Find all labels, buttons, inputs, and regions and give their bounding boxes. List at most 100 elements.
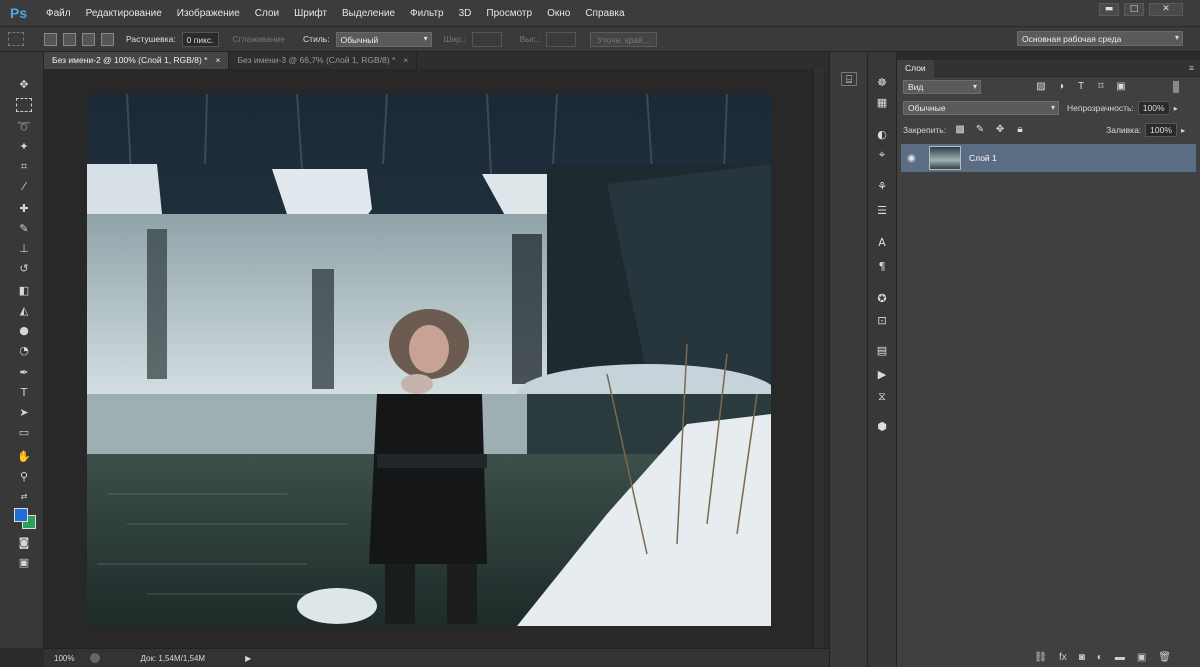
properties-panel-icon[interactable]: ✪ xyxy=(874,292,890,306)
menu-edit[interactable]: Редактирование xyxy=(86,8,162,19)
add-selection-icon[interactable] xyxy=(63,32,76,46)
paragraph-panel-icon[interactable]: ¶ xyxy=(874,260,890,274)
layer-name[interactable]: Слой 1 xyxy=(969,153,997,163)
swatches-panel-icon[interactable]: ▦ xyxy=(874,96,890,110)
subtract-selection-icon[interactable] xyxy=(82,32,95,46)
move-tool-icon[interactable]: ✥ xyxy=(16,78,32,92)
lock-all-icon[interactable]: 🔒︎ xyxy=(1014,124,1026,136)
3d-panel-icon[interactable]: ⊡ xyxy=(874,314,890,328)
height-input[interactable] xyxy=(546,31,577,47)
marquee-tool-icon[interactable] xyxy=(16,98,32,112)
menu-type[interactable]: Шрифт xyxy=(294,8,327,19)
menu-image[interactable]: Изображение xyxy=(177,8,240,19)
history-panel-icon[interactable]: ⌸ xyxy=(841,72,857,86)
new-selection-icon[interactable] xyxy=(44,32,57,46)
crop-tool-icon[interactable]: ⌗ xyxy=(16,160,32,174)
menu-view[interactable]: Просмотр xyxy=(486,8,532,19)
swap-colors-icon[interactable]: ⇄ xyxy=(16,490,32,504)
lock-pixels-icon[interactable]: ✎ xyxy=(974,124,986,136)
link-layers-icon[interactable]: ⛓ xyxy=(1034,652,1047,663)
lasso-tool-icon[interactable]: ➰ xyxy=(16,120,32,134)
filter-toggle[interactable] xyxy=(1173,81,1179,93)
zoom-tool-icon[interactable]: ⚲ xyxy=(16,470,32,484)
type-tool-icon[interactable]: T xyxy=(16,386,32,400)
history-brush-icon[interactable]: ↺ xyxy=(16,262,32,276)
eye-visibility-icon[interactable]: ◉ xyxy=(907,153,921,164)
healing-brush-icon[interactable]: ✚ xyxy=(16,202,32,216)
intersect-selection-icon[interactable] xyxy=(101,32,114,46)
actions-panel-icon[interactable]: ▶ xyxy=(874,368,890,382)
marquee-preset-icon[interactable] xyxy=(8,32,24,46)
fill-input[interactable]: 100% xyxy=(1145,123,1178,137)
menu-layers[interactable]: Слои xyxy=(255,8,279,19)
new-group-icon[interactable]: ▬ xyxy=(1115,652,1125,663)
workspace-select[interactable]: Основная рабочая среда xyxy=(1017,31,1183,46)
menu-3d[interactable]: 3D xyxy=(459,8,472,19)
paint-bucket-icon[interactable]: ◭ xyxy=(16,304,32,318)
hand-tool-icon[interactable]: ✋ xyxy=(16,450,32,464)
vertical-scrollbar[interactable] xyxy=(813,69,824,648)
magic-wand-icon[interactable]: ✦ xyxy=(16,140,32,154)
tab-layers[interactable]: Слои xyxy=(897,59,934,77)
panel-menu-icon[interactable]: ≡ xyxy=(1189,63,1194,73)
delete-layer-icon[interactable]: 🗑︎ xyxy=(1158,652,1171,663)
menu-file[interactable]: Файл xyxy=(46,8,71,19)
adjustments-panel-icon[interactable]: ◐ xyxy=(874,128,890,142)
status-menu-arrow-icon[interactable]: ▶ xyxy=(245,654,251,663)
new-adjustment-icon[interactable]: ◐ xyxy=(1097,652,1103,663)
layer-comps-icon[interactable]: ▤ xyxy=(874,344,890,358)
layer-item-layer-1[interactable]: ◉ Слой 1 xyxy=(901,144,1196,172)
brush-panel-icon[interactable]: ⚘ xyxy=(874,180,890,194)
width-input[interactable] xyxy=(471,31,502,47)
opacity-input[interactable]: 100% xyxy=(1137,101,1170,115)
lock-transparency-icon[interactable]: ▩ xyxy=(954,124,966,136)
menu-select[interactable]: Выделение xyxy=(342,8,395,19)
menu-window[interactable]: Окно xyxy=(547,8,570,19)
feather-input[interactable]: 0 пикс. xyxy=(181,31,219,47)
close-tab-icon[interactable]: × xyxy=(215,55,220,65)
opacity-arrow-icon[interactable]: ▸ xyxy=(1174,104,1178,113)
status-info-icon[interactable] xyxy=(90,653,101,663)
filter-adjustment-icon[interactable]: ◑ xyxy=(1055,81,1067,93)
refine-edge-button[interactable]: Уточн. край... xyxy=(590,31,657,47)
filter-smart-object-icon[interactable]: ▣ xyxy=(1115,81,1127,93)
style-select[interactable]: Обычный xyxy=(335,31,432,47)
screen-mode-icon[interactable]: ▣ xyxy=(16,556,32,570)
styles-panel-icon[interactable]: ⌖ xyxy=(874,148,890,162)
lock-position-icon[interactable]: ✥ xyxy=(994,124,1006,136)
filter-kind-select[interactable]: Вид xyxy=(903,80,981,94)
character-panel-icon[interactable]: A xyxy=(874,236,890,250)
zoom-level[interactable]: 100% xyxy=(54,654,74,663)
color-panel-icon[interactable]: ☸ xyxy=(874,76,890,90)
foreground-color-swatch[interactable] xyxy=(14,508,28,522)
brush-tool-icon[interactable]: ✎ xyxy=(16,222,32,236)
filter-type-icon[interactable]: T xyxy=(1075,81,1087,93)
menu-help[interactable]: Справка xyxy=(585,8,624,19)
tab-document-2[interactable]: Без имени-2 @ 100% (Слой 1, RGB/8) * × xyxy=(44,52,230,69)
timeline-panel-icon[interactable]: ⧖ xyxy=(874,390,890,404)
fill-arrow-icon[interactable]: ▸ xyxy=(1181,126,1185,135)
filter-shape-icon[interactable]: ⌑ xyxy=(1095,81,1107,93)
clone-stamp-icon[interactable]: ⊥ xyxy=(16,242,32,256)
close-tab-icon[interactable]: × xyxy=(403,55,408,65)
quick-mask-icon[interactable]: ◙ xyxy=(16,536,32,550)
path-selection-icon[interactable]: ➤ xyxy=(16,406,32,420)
maximize-button[interactable]: □ xyxy=(1124,3,1144,16)
antialias-checkbox[interactable]: Сглаживание xyxy=(233,34,286,44)
pen-tool-icon[interactable]: ✒ xyxy=(16,366,32,380)
eraser-tool-icon[interactable]: ◧ xyxy=(16,284,32,298)
new-layer-icon[interactable]: ▣ xyxy=(1137,652,1146,663)
tab-document-3[interactable]: Без имени-3 @ 66,7% (Слой 1, RGB/8) * × xyxy=(229,52,418,69)
menu-filter[interactable]: Фильтр xyxy=(410,8,444,19)
blend-mode-select[interactable]: Обычные xyxy=(903,101,1059,115)
filter-pixel-icon[interactable]: ▨ xyxy=(1035,81,1047,93)
3d-cube-icon[interactable]: ⬢ xyxy=(874,420,890,434)
add-mask-icon[interactable]: ◙ xyxy=(1079,652,1085,663)
dodge-tool-icon[interactable]: ◔ xyxy=(16,344,32,358)
brush-presets-icon[interactable]: ☰ xyxy=(874,204,890,218)
layer-style-fx-icon[interactable]: fx xyxy=(1059,652,1067,663)
blur-tool-icon[interactable]: ● xyxy=(16,324,32,338)
eyedropper-icon[interactable]: ⁄ xyxy=(16,180,32,194)
minimize-button[interactable]: ▬ xyxy=(1099,3,1119,16)
document-canvas-photo[interactable] xyxy=(87,94,771,626)
